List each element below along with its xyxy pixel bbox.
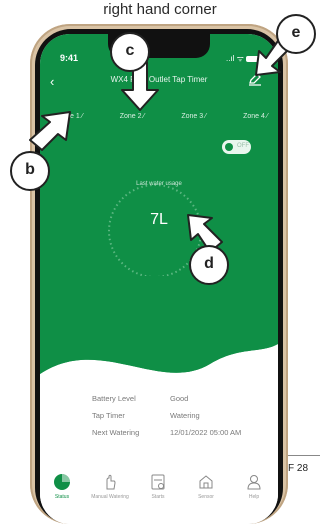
page-title: WX4 Four Outlet Tap Timer — [110, 75, 208, 84]
wave-shape — [40, 324, 278, 444]
nav-label: Status — [54, 494, 70, 500]
hand-icon — [106, 474, 116, 490]
nav-label: Starts — [151, 494, 165, 500]
nav-help[interactable]: Help — [234, 472, 274, 500]
tab-zone-4[interactable]: Zone 4 ⁄ — [243, 113, 268, 120]
edit-icon[interactable] — [248, 72, 262, 86]
battery-icon — [245, 55, 259, 62]
callout-c: c — [110, 32, 150, 72]
zone-toggle[interactable]: OFF — [222, 140, 251, 154]
nav-sensor[interactable]: Sensor — [186, 472, 226, 500]
app-screen: 9:41 ..ıl ᯤ ‹ WX4 Four Outlet Tap Timer … — [40, 34, 278, 524]
tab-zone-2[interactable]: Zone 2 ⁄ — [120, 113, 145, 120]
back-icon[interactable]: ‹ — [50, 74, 54, 89]
info-value: 12/01/2022 05:00 AM — [170, 428, 242, 437]
divider — [286, 455, 320, 456]
usage-label: Last water usage — [136, 181, 182, 187]
sensor-icon — [199, 475, 213, 489]
info-label: Next Watering — [92, 428, 140, 437]
nav-status[interactable]: Status — [42, 472, 82, 500]
nav-manual-watering[interactable]: Manual Watering — [90, 472, 130, 500]
callout-b: b — [10, 151, 50, 191]
callout-e: e — [276, 14, 316, 54]
info-label: Battery Level — [92, 394, 136, 403]
caption-text: right hand corner — [103, 1, 217, 18]
info-label: Tap Timer — [92, 411, 125, 420]
status-icon — [54, 474, 70, 490]
tab-zone-1[interactable]: Zone 1 ⁄ — [58, 113, 83, 120]
status-time: 9:41 — [60, 53, 79, 63]
usage-value: 7L — [150, 211, 168, 228]
nav-label: Sensor — [198, 494, 214, 500]
callout-d: d — [189, 245, 229, 285]
nav-label: Help — [248, 494, 260, 500]
info-value: Watering — [170, 411, 200, 420]
nav-label: Manual Watering — [91, 494, 129, 500]
zone-tabs: Zone 1 ⁄ Zone 2 ⁄ Zone 3 ⁄ Zone 4 ⁄ — [58, 113, 268, 120]
info-value: Good — [170, 394, 189, 403]
tab-zone-3[interactable]: Zone 3 ⁄ — [181, 113, 206, 120]
signal-icon: ..ıl ᯤ — [226, 54, 244, 63]
page-reference: F 28 — [288, 463, 309, 474]
toggle-state-text: OFF — [237, 143, 249, 149]
nav-starts[interactable]: Starts — [138, 472, 178, 500]
status-icons: ..ıl ᯤ — [226, 53, 259, 64]
toggle-knob — [225, 143, 233, 151]
bottom-nav: Status Manual Watering Starts Sensor Hel… — [40, 472, 278, 524]
help-icon — [247, 475, 261, 490]
schedule-icon — [151, 474, 165, 490]
